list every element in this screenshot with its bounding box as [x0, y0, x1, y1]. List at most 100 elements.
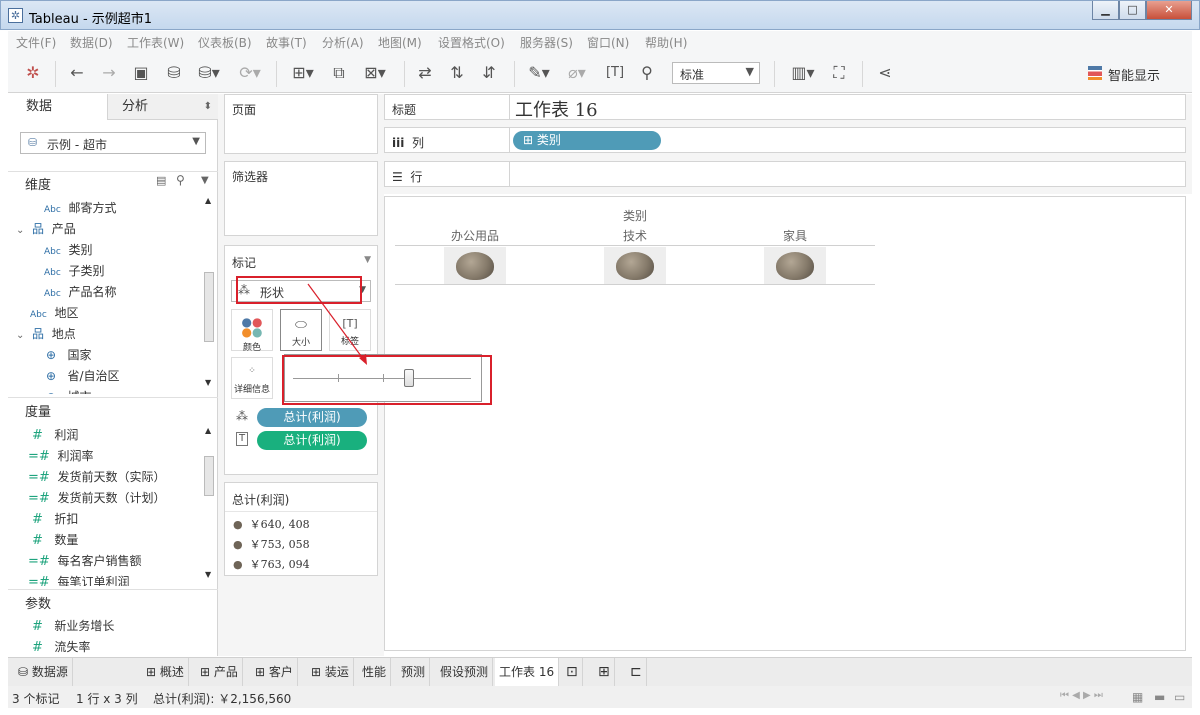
field-profit[interactable]: # 利润 — [32, 426, 78, 443]
tab-worksheet-16[interactable]: 工作表 16 — [495, 658, 560, 686]
new-worksheet-tab-icon[interactable]: ⊡ — [562, 658, 583, 686]
menu-data[interactable]: 数据(D) — [70, 34, 113, 51]
menu-map[interactable]: 地图(M) — [378, 34, 422, 51]
fit-select[interactable]: 标准 ▼ — [672, 62, 760, 84]
duplicate-sheet-icon[interactable]: ⧉ — [328, 63, 350, 83]
tab-forecast[interactable]: 预测 — [397, 658, 431, 686]
field-region[interactable]: Abc 地区 — [30, 304, 78, 321]
field-product-hierarchy[interactable]: ⌄ 品 产品 — [16, 220, 76, 237]
field-subcategory[interactable]: Abc 子类别 — [44, 262, 104, 279]
category-header-furniture[interactable]: 家具 — [755, 227, 835, 244]
category-header-tech[interactable]: 技术 — [595, 227, 675, 244]
tab-datasource[interactable]: ⛁ 数据源 — [12, 658, 73, 686]
new-worksheet-icon[interactable]: ⊞▾ — [286, 63, 320, 83]
marks-menu-icon[interactable]: ▼ — [364, 255, 371, 265]
redo-icon[interactable]: → — [98, 63, 120, 83]
save-icon[interactable]: ▣ — [130, 63, 152, 83]
color-button[interactable]: ●● ●● 颜色 — [231, 309, 273, 353]
swap-rows-columns-icon[interactable]: ⇄ — [414, 63, 436, 83]
dimensions-scrollbar[interactable]: ▲ ▼ — [202, 194, 216, 390]
tableau-home-icon[interactable]: ✲ — [22, 63, 44, 83]
tab-performance[interactable]: 性能 — [358, 658, 392, 686]
stone-mark[interactable] — [444, 247, 506, 285]
sort-descending-icon[interactable]: ⇵ — [478, 63, 500, 83]
show-sheet-sorter-icon[interactable]: ▬ — [1154, 690, 1165, 704]
show-mark-labels-icon[interactable]: [T] — [604, 63, 626, 83]
field-shipping-mode[interactable]: Abc 邮寄方式 — [44, 199, 116, 216]
category-header-office[interactable]: 办公用品 — [435, 227, 515, 244]
columns-shelf[interactable]: iii 列 ⊞ 类别 — [384, 127, 1186, 153]
category-pill[interactable]: ⊞ 类别 — [513, 131, 661, 150]
field-product-name[interactable]: Abc 产品名称 — [44, 283, 116, 300]
field-sales-per-customer[interactable]: =# 每名客户销售额 — [28, 552, 141, 569]
show-filmstrip-icon[interactable]: ▦ — [1132, 690, 1143, 704]
menu-story[interactable]: 故事(T) — [266, 34, 307, 51]
pin-axes-icon[interactable]: ⚲ — [636, 63, 658, 83]
show-cards-icon[interactable]: ▥▾ — [786, 63, 820, 83]
close-button[interactable]: ✕ — [1146, 1, 1192, 20]
maximize-button[interactable]: □ — [1119, 1, 1146, 20]
pages-card[interactable]: 页面 — [224, 94, 378, 154]
legend-item[interactable]: ● ￥640, 408 — [233, 516, 310, 532]
field-country[interactable]: ⊕ 国家 — [46, 346, 92, 363]
tab-customer[interactable]: ⊞ 客户 — [251, 658, 298, 686]
field-city[interactable]: ⊕ 城市 — [46, 388, 92, 394]
field-profit-ratio[interactable]: =# 利润率 — [28, 447, 93, 464]
tab-data[interactable]: 数据 — [8, 94, 107, 120]
menu-format[interactable]: 设置格式(O) — [438, 34, 505, 51]
field-category[interactable]: Abc 类别 — [44, 241, 92, 258]
refresh-icon[interactable]: ⟳▾ — [233, 63, 267, 83]
new-datasource-icon[interactable]: ⛁ — [163, 63, 185, 83]
detail-button[interactable]: ⁘ 详细信息 — [231, 357, 273, 399]
menu-dashboard[interactable]: 仪表板(B) — [198, 34, 252, 51]
clear-sheet-icon[interactable]: ⊠▾ — [358, 63, 392, 83]
filters-card[interactable]: 筛选器 — [224, 161, 378, 236]
new-story-tab-icon[interactable]: ⊏ — [626, 658, 647, 686]
tab-shipping[interactable]: ⊞ 装运 — [307, 658, 354, 686]
label-pill[interactable]: 总计(利润) — [257, 431, 367, 450]
tab-nav-arrows-icon[interactable]: ⏮ ◀ ▶ ⏭ — [1060, 690, 1103, 701]
share-icon[interactable]: ⋖ — [874, 63, 896, 83]
tab-overview[interactable]: ⊞ 概述 — [142, 658, 189, 686]
dimensions-menu-icon[interactable]: ▼ — [201, 175, 209, 186]
search-icon[interactable]: ⚲ — [176, 173, 185, 187]
stone-mark[interactable] — [764, 247, 826, 285]
highlight-icon[interactable]: ✎▾ — [524, 63, 554, 83]
legend-item[interactable]: ● ￥763, 094 — [233, 556, 310, 572]
tab-analysis[interactable]: 分析 ⬍ — [107, 94, 218, 120]
tab-whatif[interactable]: 假设预测 — [436, 658, 494, 686]
undo-icon[interactable]: ← — [66, 63, 88, 83]
presentation-mode-icon[interactable]: ⛶ — [828, 63, 850, 83]
view-list-icon[interactable]: ▤ — [156, 174, 166, 187]
field-profit-per-order[interactable]: =# 每笔订单利润 — [28, 573, 129, 586]
pause-updates-icon[interactable]: ⛁▾ — [195, 63, 223, 83]
legend-item[interactable]: ● ￥753, 058 — [233, 536, 310, 552]
stone-mark[interactable] — [604, 247, 666, 285]
rows-shelf[interactable]: ☰ 行 — [384, 161, 1186, 187]
menu-analysis[interactable]: 分析(A) — [322, 34, 364, 51]
menu-help[interactable]: 帮助(H) — [645, 34, 687, 51]
new-dashboard-tab-icon[interactable]: ⊞ — [594, 658, 615, 686]
field-quantity[interactable]: # 数量 — [32, 531, 78, 548]
field-location-hierarchy[interactable]: ⌄ 品 地点 — [16, 325, 76, 342]
field-ship-days-planned[interactable]: =# 发货前天数（计划） — [28, 489, 165, 506]
datasource-select[interactable]: ⛁ 示例 - 超市 ▼ — [20, 132, 206, 154]
view-canvas[interactable]: 类别 办公用品 技术 家具 — [384, 196, 1186, 651]
group-members-icon[interactable]: ⌀▾ — [562, 63, 592, 83]
field-ship-days-actual[interactable]: =# 发货前天数（实际） — [28, 468, 165, 485]
param-new-business-growth[interactable]: # 新业务增长 — [32, 617, 114, 634]
menu-file[interactable]: 文件(F) — [16, 34, 56, 51]
sort-ascending-icon[interactable]: ⇅ — [446, 63, 468, 83]
show-tabs-icon[interactable]: ▭ — [1174, 690, 1185, 704]
minimize-button[interactable]: ▁ — [1092, 1, 1119, 20]
field-province[interactable]: ⊕ 省/自治区 — [46, 367, 120, 384]
param-churn-rate[interactable]: # 流失率 — [32, 638, 90, 655]
measures-scrollbar[interactable]: ▲ ▼ — [202, 424, 216, 584]
shape-pill[interactable]: 总计(利润) — [257, 408, 367, 427]
menu-worksheet[interactable]: 工作表(W) — [127, 34, 184, 51]
tab-product[interactable]: ⊞ 产品 — [196, 658, 243, 686]
field-discount[interactable]: # 折扣 — [32, 510, 78, 527]
menu-server[interactable]: 服务器(S) — [520, 34, 573, 51]
sheet-title[interactable]: 工作表 16 — [515, 96, 598, 122]
menu-window[interactable]: 窗口(N) — [587, 34, 629, 51]
